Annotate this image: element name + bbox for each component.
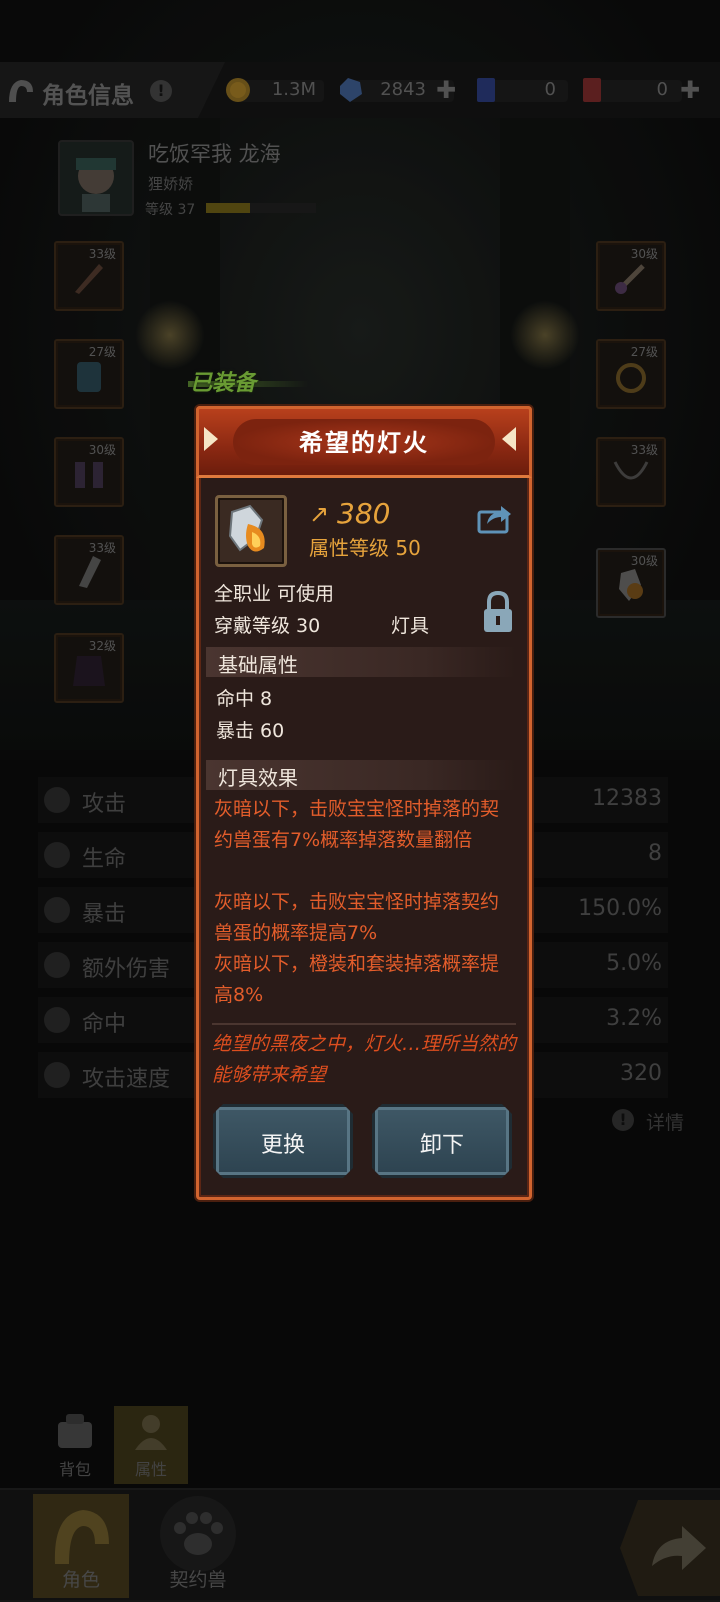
attribute-level: 属性等级 50 [309, 536, 421, 560]
share-icon[interactable] [477, 502, 513, 534]
lamp-effect: 灰暗以下，橙装和套装掉落概率提高8% [214, 953, 500, 1006]
item-type: 灯具 [391, 615, 430, 637]
lock-icon[interactable] [481, 590, 515, 634]
flavor-text: 绝望的黑夜之中，灯火…理所当然的能够带来希望 [212, 1033, 517, 1086]
base-attributes-header: 基础属性 [206, 647, 516, 677]
lamp-effect: 灰暗以下，击败宝宝怪时掉落的契约兽蛋有7%概率掉落数量翻倍 [214, 798, 500, 851]
section-title: 灯具效果 [218, 766, 298, 790]
power-icon: ↗ [309, 500, 330, 528]
lamp-effects-header: 灯具效果 [206, 760, 516, 790]
item-title: 希望的灯火 [299, 429, 429, 457]
base-stat-crit: 暴击 60 [216, 720, 285, 742]
lamp-icon [228, 504, 265, 552]
item-power: 380 [337, 497, 391, 530]
wear-level: 穿戴等级 30 [214, 615, 321, 637]
section-title: 基础属性 [218, 653, 298, 677]
usable-class: 全职业 可使用 [214, 583, 335, 605]
base-stat-accuracy: 命中 8 [216, 688, 273, 710]
lamp-effect: 灰暗以下，击败宝宝怪时掉落契约兽蛋的概率提高7% [214, 891, 500, 944]
unequip-button[interactable]: 卸下 [372, 1104, 512, 1178]
item-icon-frame [215, 495, 287, 567]
button-label: 更换 [260, 1133, 305, 1158]
replace-button[interactable]: 更换 [213, 1104, 353, 1178]
button-label: 卸下 [419, 1133, 464, 1158]
popup-divider [212, 1023, 516, 1025]
